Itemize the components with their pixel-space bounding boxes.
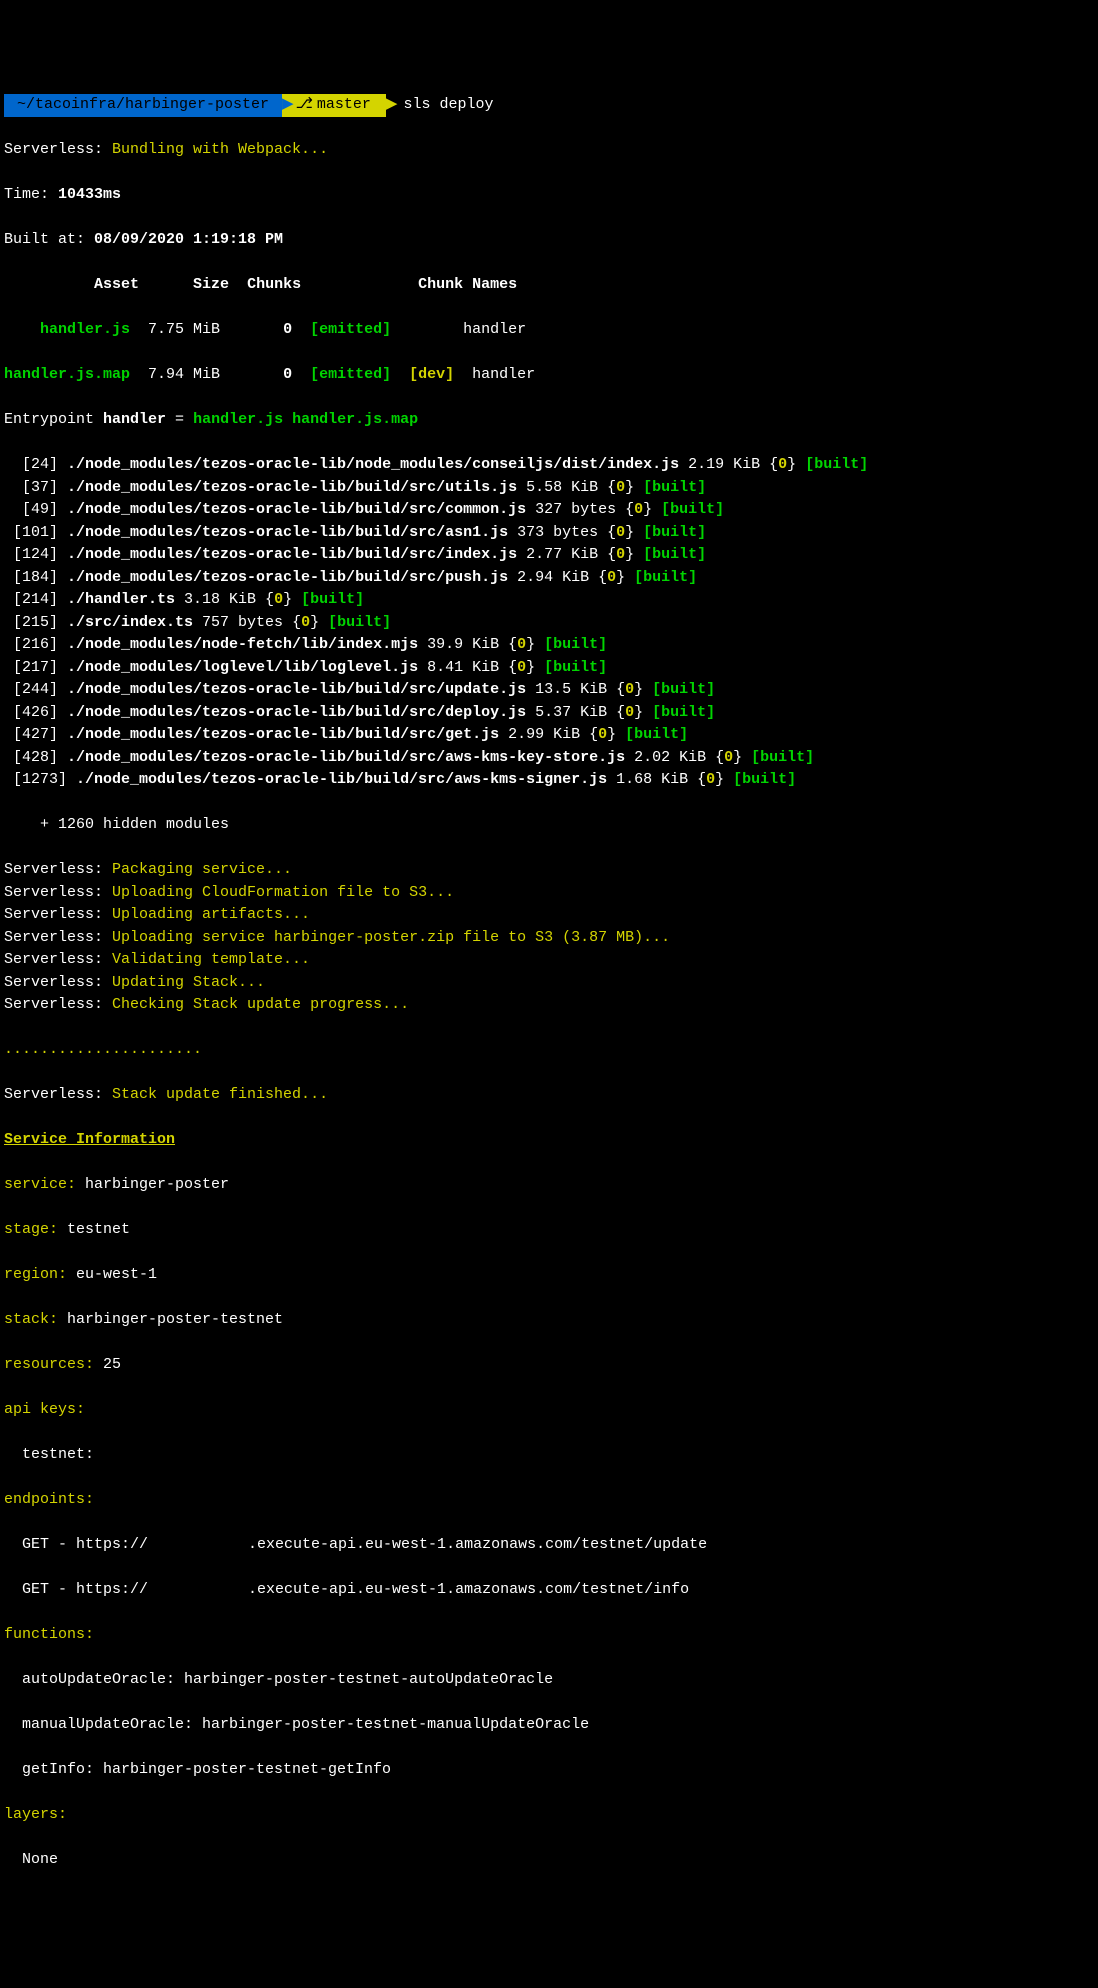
module-line: [244] ./node_modules/tezos-oracle-lib/bu…: [4, 679, 1094, 702]
module-line: [124] ./node_modules/tezos-oracle-lib/bu…: [4, 544, 1094, 567]
module-line: [427] ./node_modules/tezos-oracle-lib/bu…: [4, 724, 1094, 747]
api-keys-label: api keys:: [4, 1399, 1094, 1422]
shell-prompt[interactable]: ~/tacoinfra/harbinger-poster ▶⎇master ▶s…: [4, 94, 1094, 117]
serverless-log-line: Serverless: Validating template...: [4, 949, 1094, 972]
api-key-row: testnet:: [4, 1444, 1094, 1467]
serverless-log-line: Serverless: Updating Stack...: [4, 972, 1094, 995]
table-header: Asset Size Chunks Chunk Names: [4, 274, 1094, 297]
table-row: handler.js.map 7.94 MiB 0 [emitted] [dev…: [4, 364, 1094, 387]
module-line: [214] ./handler.ts 3.18 KiB {0} [built]: [4, 589, 1094, 612]
prompt-branch: ⎇master: [294, 94, 386, 117]
service-info-heading: Service Information: [4, 1129, 1094, 1152]
git-branch-icon: ⎇: [296, 94, 313, 117]
serverless-log-line: Serverless: Uploading CloudFormation fil…: [4, 882, 1094, 905]
serverless-log-line: Serverless: Uploading service harbinger-…: [4, 927, 1094, 950]
endpoints-label: endpoints:: [4, 1489, 1094, 1512]
layers-label: layers:: [4, 1804, 1094, 1827]
redacted-api-key: [103, 1444, 523, 1467]
table-row: handler.js 7.75 MiB 0 [emitted] handler: [4, 319, 1094, 342]
progress-dots: ......................: [4, 1039, 1094, 1062]
output-line: Serverless: Bundling with Webpack...: [4, 139, 1094, 162]
functions-label: functions:: [4, 1624, 1094, 1647]
module-line: [1273] ./node_modules/tezos-oracle-lib/b…: [4, 769, 1094, 792]
endpoint-row: GET - https:// .execute-api.eu-west-1.am…: [4, 1579, 1094, 1602]
endpoint-row: GET - https:// .execute-api.eu-west-1.am…: [4, 1534, 1094, 1557]
serverless-log-line: Serverless: Uploading artifacts...: [4, 904, 1094, 927]
serverless-log-line: Serverless: Packaging service...: [4, 859, 1094, 882]
service-row: service: harbinger-poster: [4, 1174, 1094, 1197]
branch-name: master: [317, 96, 380, 113]
layers-row: None: [4, 1849, 1094, 1872]
module-line: [428] ./node_modules/tezos-oracle-lib/bu…: [4, 747, 1094, 770]
function-row: autoUpdateOracle: harbinger-poster-testn…: [4, 1669, 1094, 1692]
module-line: [184] ./node_modules/tezos-oracle-lib/bu…: [4, 567, 1094, 590]
output-line: Serverless: Stack update finished...: [4, 1084, 1094, 1107]
module-line: [426] ./node_modules/tezos-oracle-lib/bu…: [4, 702, 1094, 725]
output-line: Time: 10433ms: [4, 184, 1094, 207]
redacted-host: [148, 1579, 248, 1602]
redacted-host: [148, 1534, 248, 1557]
prompt-path: ~/tacoinfra/harbinger-poster: [4, 94, 282, 117]
module-line: [37] ./node_modules/tezos-oracle-lib/bui…: [4, 477, 1094, 500]
stack-row: stack: harbinger-poster-testnet: [4, 1309, 1094, 1332]
output-line: Built at: 08/09/2020 1:19:18 PM: [4, 229, 1094, 252]
entrypoint-line: Entrypoint handler = handler.js handler.…: [4, 409, 1094, 432]
stage-row: stage: testnet: [4, 1219, 1094, 1242]
serverless-log: Serverless: Packaging service...Serverle…: [4, 859, 1094, 1017]
command-input[interactable]: sls deploy: [403, 94, 493, 117]
module-line: [24] ./node_modules/tezos-oracle-lib/nod…: [4, 454, 1094, 477]
prompt-arrow-icon: ▶: [282, 94, 294, 117]
serverless-log-line: Serverless: Checking Stack update progre…: [4, 994, 1094, 1017]
prompt-arrow-icon: ▶: [386, 94, 398, 117]
module-line: [215] ./src/index.ts 757 bytes {0} [buil…: [4, 612, 1094, 635]
module-list: [24] ./node_modules/tezos-oracle-lib/nod…: [4, 454, 1094, 792]
function-row: manualUpdateOracle: harbinger-poster-tes…: [4, 1714, 1094, 1737]
module-line: [101] ./node_modules/tezos-oracle-lib/bu…: [4, 522, 1094, 545]
module-line: [217] ./node_modules/loglevel/lib/loglev…: [4, 657, 1094, 680]
module-line: [49] ./node_modules/tezos-oracle-lib/bui…: [4, 499, 1094, 522]
module-line: [216] ./node_modules/node-fetch/lib/inde…: [4, 634, 1094, 657]
function-row: getInfo: harbinger-poster-testnet-getInf…: [4, 1759, 1094, 1782]
resources-row: resources: 25: [4, 1354, 1094, 1377]
region-row: region: eu-west-1: [4, 1264, 1094, 1287]
hidden-modules: + 1260 hidden modules: [4, 814, 1094, 837]
